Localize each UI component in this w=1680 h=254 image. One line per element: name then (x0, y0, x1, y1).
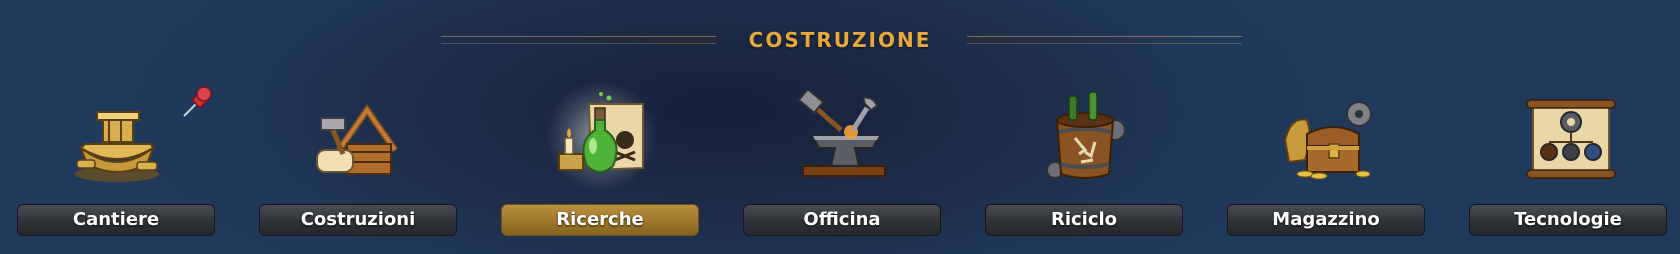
menu-item-label: Riciclo (985, 204, 1183, 236)
anvil-workshop-icon (793, 90, 893, 188)
construction-icon (309, 90, 409, 188)
menu-item-label: Cantiere (17, 204, 215, 236)
menu-item-label: Officina (743, 204, 941, 236)
menu-item-officina[interactable]: Officina (743, 90, 943, 240)
menu-item-label: Ricerche (501, 204, 699, 236)
shipyard-icon (67, 90, 167, 188)
recycle-barrel-icon (1035, 90, 1135, 188)
menu-item-riciclo[interactable]: Riciclo (985, 90, 1185, 240)
menu-item-ricerche[interactable]: Ricerche (501, 80, 701, 240)
header: COSTRUZIONE (0, 12, 1680, 52)
menu-item-magazzino[interactable]: Magazzino (1227, 90, 1427, 240)
menu-item-costruzioni[interactable]: Costruzioni (259, 90, 459, 240)
menu-item-label: Tecnologie (1469, 204, 1667, 236)
pin-icon[interactable] (178, 82, 218, 122)
treasure-chest-icon (1277, 90, 1377, 188)
menu-item-label: Magazzino (1227, 204, 1425, 236)
menu-item-label: Costruzioni (259, 204, 457, 236)
research-potion-icon (545, 80, 657, 192)
menu-item-tecnologie[interactable]: Tecnologie (1469, 90, 1669, 240)
tech-scroll-icon (1519, 90, 1619, 188)
section-title: COSTRUZIONE (748, 28, 932, 52)
